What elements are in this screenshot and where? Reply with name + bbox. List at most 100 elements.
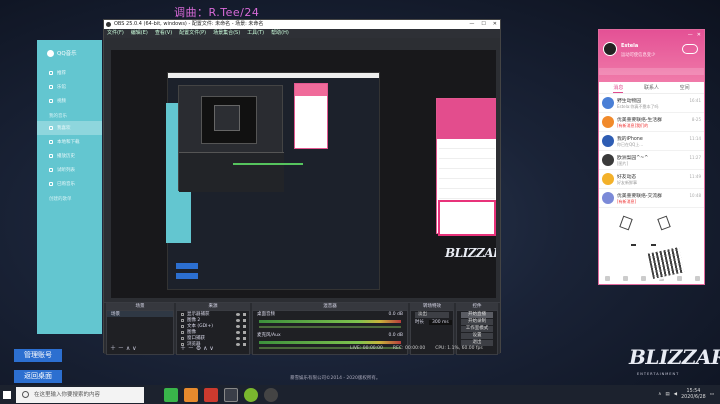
qq-tabs: 消息 联系人 空间: [599, 82, 704, 94]
visibility-icon[interactable]: [236, 330, 240, 334]
preview-blizzard-logo: BLIZZARD: [445, 246, 496, 260]
chat-list-item[interactable]: 我的iPhone 你已在QQ上... 11:14: [599, 132, 704, 151]
volume-icon[interactable]: ◀: [674, 392, 677, 397]
scenes-header: 场景: [106, 303, 174, 310]
minimize-button[interactable]: —: [469, 20, 474, 29]
clock-icon: [49, 154, 53, 158]
chat-list-item[interactable]: 优美重要联络-交流群 [有新消息] 10:48: [599, 189, 704, 208]
tab-space[interactable]: 空间: [680, 82, 690, 93]
folder-icon[interactable]: [641, 276, 647, 281]
tab-contacts[interactable]: 联系人: [644, 82, 659, 93]
obs-preview-canvas[interactable]: BLIZZARD: [111, 50, 496, 298]
scene-toolbar[interactable]: ＋ － ∧ ∨: [110, 343, 137, 352]
lock-icon[interactable]: [243, 324, 246, 328]
lock-icon[interactable]: [243, 336, 246, 340]
settings-icon[interactable]: [694, 276, 700, 281]
qq-music-item-trial[interactable]: 试听列表: [37, 163, 102, 177]
obs-logo-icon: [106, 22, 111, 27]
lock-icon[interactable]: [243, 330, 246, 334]
blizzard-subtitle: ENTERTAINMENT: [637, 372, 680, 376]
manage-account-button[interactable]: 管理账号: [14, 349, 62, 362]
menu-help[interactable]: 帮助(H): [271, 29, 289, 38]
chat-preview: 你已在QQ上...: [617, 141, 644, 147]
chat-preview: 好友新鲜事: [617, 179, 637, 185]
qq-music-logo-icon: [47, 49, 54, 57]
qq-minimize-icon[interactable]: —: [688, 32, 693, 38]
visibility-icon[interactable]: [236, 324, 240, 328]
maximize-button[interactable]: ☐: [481, 20, 485, 29]
taskbar-search-input[interactable]: 在这里输入你要搜索的内容: [16, 386, 144, 403]
chat-list-item[interactable]: 欧洲梨园^~^ [图片] 11:27: [599, 151, 704, 170]
menu-profile[interactable]: 配置文件(P): [179, 29, 206, 38]
menu-file[interactable]: 文件(F): [107, 29, 124, 38]
tray-chevron-icon[interactable]: ∧: [658, 392, 661, 397]
studio-mode-button[interactable]: 工作室模式: [461, 326, 493, 332]
qq-music-item-liked[interactable]: 我喜欢: [37, 121, 102, 135]
menu-scene-collection[interactable]: 场景集合(S): [213, 29, 240, 38]
qq-close-icon[interactable]: ✕: [697, 32, 701, 38]
app-orange-icon[interactable]: [184, 387, 198, 402]
source-type-icon: [181, 336, 184, 340]
windows-start-button[interactable]: [0, 385, 14, 404]
chat-preview: [图片]: [617, 160, 629, 166]
chat-list-item[interactable]: 优美重要联络-生活群 [有新消息]我们的 8-25: [599, 113, 704, 132]
transition-select[interactable]: 淡出: [415, 312, 449, 318]
chat-list-item[interactable]: 好友动态 好友新鲜事 11:49: [599, 170, 704, 189]
avatar: [602, 116, 614, 128]
source-toolbar[interactable]: ＋ － ⚙ ∧ ∨: [180, 343, 214, 352]
mixer-channel-desktop: 桌面音频 0.0 dB: [257, 311, 403, 318]
notification-icon[interactable]: ▭: [710, 392, 714, 397]
qq-music-item-purchased[interactable]: 已购音乐: [37, 177, 102, 191]
qq-search-bar[interactable]: [599, 68, 704, 75]
taskbar-clock[interactable]: 15:54 2020/6/28: [681, 389, 706, 401]
menu-view[interactable]: 查看(V): [155, 29, 172, 38]
menu-edit[interactable]: 编辑(E): [131, 29, 148, 38]
app-red-icon[interactable]: [204, 387, 218, 402]
tab-messages[interactable]: 消息: [613, 82, 624, 93]
cloud-icon[interactable]: [682, 44, 698, 54]
lock-icon[interactable]: [243, 342, 246, 346]
wechat-icon[interactable]: [164, 387, 178, 402]
lock-icon[interactable]: [243, 318, 246, 322]
menu-tools[interactable]: 工具(T): [247, 29, 264, 38]
qq-music-item-history[interactable]: 播放历史: [37, 149, 102, 163]
mic-audio-meter: [259, 341, 401, 344]
avatar: [602, 97, 614, 109]
visibility-icon[interactable]: [236, 342, 240, 346]
blizzard-logo: BLIZZARD: [629, 345, 720, 369]
source-type-icon: [181, 324, 184, 328]
visibility-icon[interactable]: [236, 318, 240, 322]
visibility-icon[interactable]: [236, 312, 240, 316]
menu-icon[interactable]: [605, 276, 611, 281]
qq-music-item-hall[interactable]: 乐馆: [37, 80, 102, 94]
qq-music-item-local[interactable]: 本地和下载: [37, 135, 102, 149]
qq-music-item-video[interactable]: 视频: [37, 94, 102, 108]
settings-button[interactable]: 设置: [461, 333, 493, 339]
start-streaming-button[interactable]: 开始直播: [461, 312, 493, 318]
chat-name: 优美重要联络-交流群: [617, 193, 662, 199]
scene-item[interactable]: 场景: [107, 311, 173, 317]
desktop-volume-slider[interactable]: [259, 326, 401, 328]
app-icon[interactable]: [623, 276, 629, 281]
mixer-channel-mic: 麦克风/Aux 0.0 dB: [257, 332, 403, 339]
app-green-icon[interactable]: [244, 387, 258, 402]
close-button[interactable]: ✕: [493, 20, 497, 29]
game-icon[interactable]: [676, 276, 682, 281]
network-icon[interactable]: ▤: [665, 392, 669, 397]
visibility-icon[interactable]: [236, 336, 240, 340]
return-desktop-button[interactable]: 返回桌面: [14, 370, 62, 383]
avatar[interactable]: [603, 42, 617, 56]
chat-list-item[interactable]: 野生动物园 Estela:你真不靠本了吗 16:41: [599, 94, 704, 113]
qq-music-item-recommend[interactable]: 推荐: [37, 66, 102, 80]
start-recording-button[interactable]: 开始录制: [461, 319, 493, 325]
qq-nickname: Estela: [621, 43, 639, 49]
video-icon: [49, 99, 53, 103]
desktop-audio-meter: [259, 320, 401, 323]
obs-taskbar-icon[interactable]: [224, 387, 238, 402]
lock-icon[interactable]: [243, 312, 246, 316]
app-dark-icon[interactable]: [264, 387, 278, 402]
nested-audio-meter: [233, 163, 303, 165]
duration-input[interactable]: 300 ms: [429, 319, 452, 325]
download-icon: [49, 140, 53, 144]
chat-name: 野生动物园: [617, 98, 641, 104]
